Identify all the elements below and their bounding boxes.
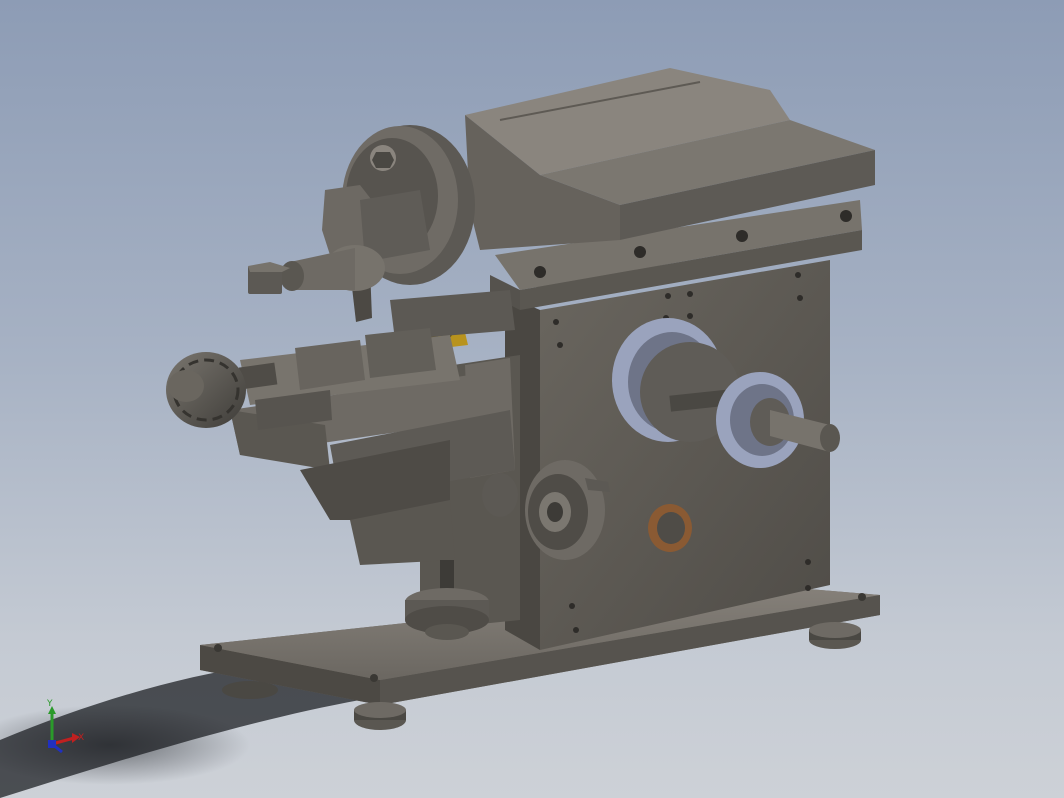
cad-model-scene[interactable]: Y X (0, 0, 1064, 798)
copper-washer (648, 504, 692, 552)
triad-y-label: Y (46, 699, 53, 709)
triad-x-label: X (78, 733, 84, 743)
cad-viewport[interactable]: Y X (0, 0, 1064, 798)
